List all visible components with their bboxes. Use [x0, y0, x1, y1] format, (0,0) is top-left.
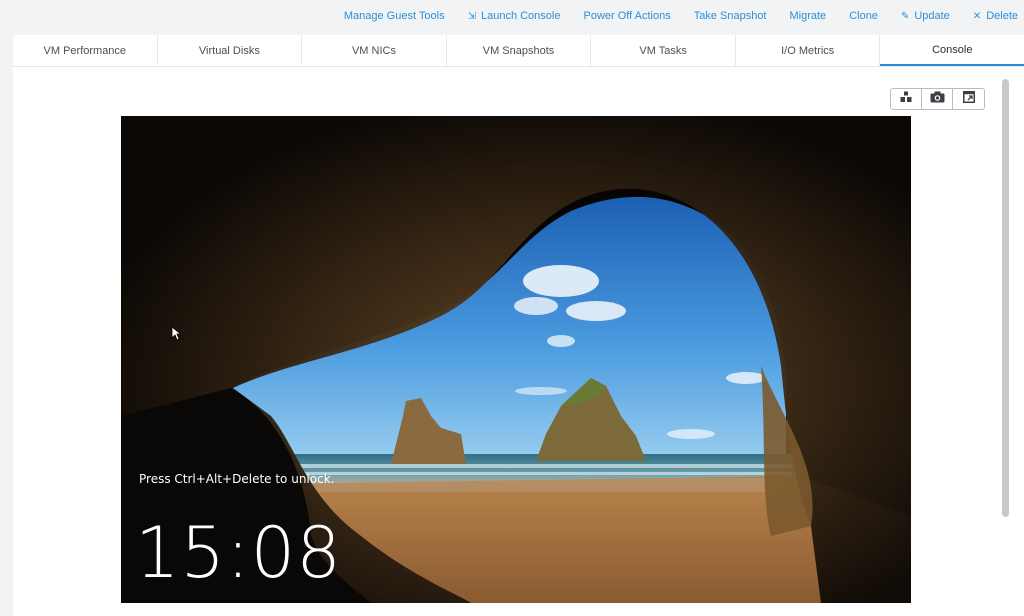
- send-keys-icon: [900, 90, 912, 108]
- update-link[interactable]: ✎ Update: [901, 10, 950, 22]
- clone-link[interactable]: Clone: [849, 10, 878, 22]
- console-panel: Press Ctrl+Alt+Delete to unlock. 15:08: [13, 67, 1024, 616]
- x-icon: ✕: [972, 10, 982, 22]
- migrate-link[interactable]: Migrate: [790, 10, 827, 22]
- tab-console[interactable]: Console: [880, 35, 1024, 66]
- power-off-actions-link[interactable]: Power Off Actions: [583, 10, 670, 22]
- unlock-message: Press Ctrl+Alt+Delete to unlock.: [139, 472, 335, 486]
- launch-console-link[interactable]: ⇲ Launch Console: [468, 10, 561, 22]
- launch-console-icon: ⇲: [467, 10, 476, 22]
- manage-guest-tools-link[interactable]: Manage Guest Tools: [344, 10, 445, 22]
- pencil-icon: ✎: [900, 10, 910, 22]
- vm-action-bar: Manage Guest Tools ⇲ Launch Console Powe…: [0, 0, 1024, 32]
- tab-vm-nics[interactable]: VM NICs: [302, 35, 447, 66]
- tab-io-metrics[interactable]: I/O Metrics: [736, 35, 881, 66]
- lock-screen-clock: 15:08: [135, 512, 342, 594]
- delete-link[interactable]: ✕ Delete: [973, 10, 1018, 22]
- tab-vm-tasks[interactable]: VM Tasks: [591, 35, 736, 66]
- popout-icon: [962, 90, 975, 108]
- send-keys-button[interactable]: [891, 89, 922, 109]
- camera-icon: [930, 90, 945, 108]
- take-snapshot-link[interactable]: Take Snapshot: [694, 10, 767, 22]
- vertical-scrollbar[interactable]: [1002, 79, 1009, 517]
- tab-virtual-disks[interactable]: Virtual Disks: [158, 35, 303, 66]
- tab-vm-snapshots[interactable]: VM Snapshots: [447, 35, 592, 66]
- vm-detail-tabs: VM Performance Virtual Disks VM NICs VM …: [13, 35, 1024, 67]
- popout-console-button[interactable]: [953, 89, 984, 109]
- mouse-pointer-icon: [171, 326, 182, 346]
- tab-vm-performance[interactable]: VM Performance: [13, 35, 158, 66]
- console-screen[interactable]: Press Ctrl+Alt+Delete to unlock. 15:08: [121, 116, 911, 603]
- console-toolbar: [890, 88, 985, 110]
- screenshot-button[interactable]: [922, 89, 953, 109]
